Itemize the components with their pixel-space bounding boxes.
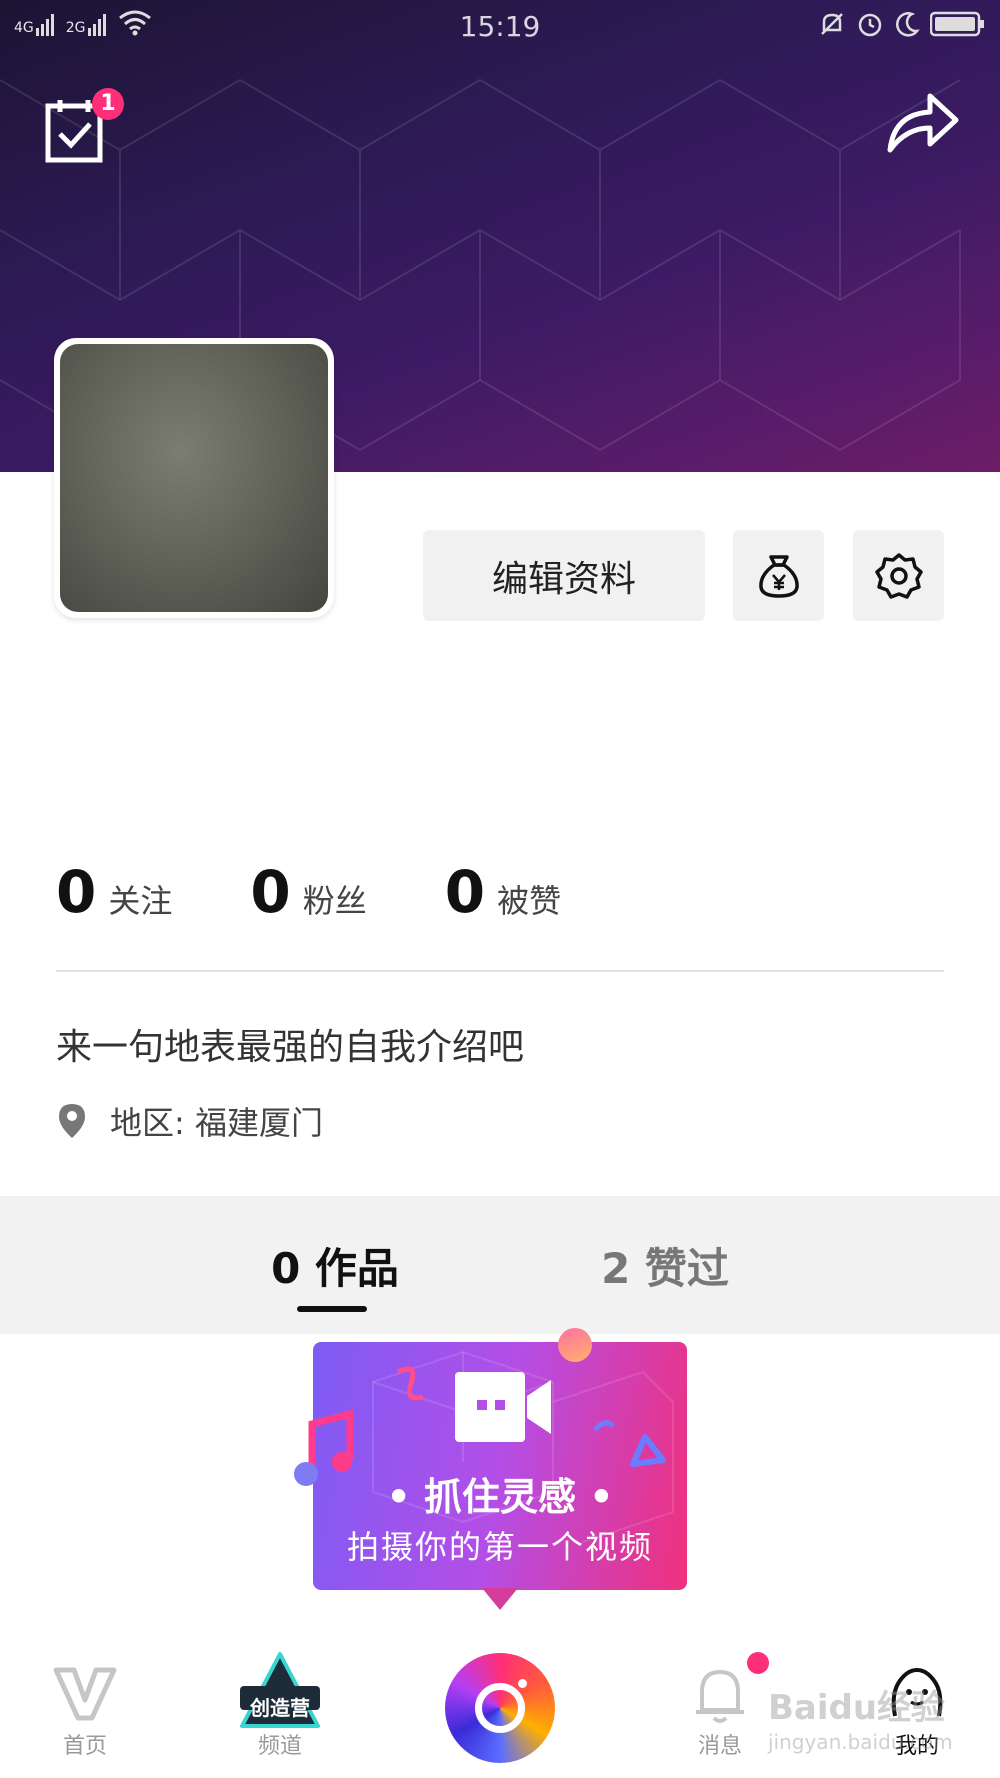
- nav-channel[interactable]: 创造营 频道: [215, 1640, 345, 1778]
- bio-text[interactable]: 来一句地表最强的自我介绍吧: [56, 1018, 524, 1070]
- battery-icon: [930, 11, 984, 37]
- location-pin-icon: [59, 1104, 85, 1138]
- watermark-url: jingyan.baidu.com: [768, 1730, 953, 1754]
- task-badge: 1: [92, 88, 124, 120]
- status-icons: [818, 10, 986, 38]
- nav-label: 消息: [697, 1734, 742, 1759]
- nav-label: 首页: [62, 1734, 107, 1759]
- decor-bubble: [558, 1328, 592, 1362]
- stat-followers[interactable]: 0 粉丝: [250, 858, 366, 926]
- v-logo-icon: [53, 1667, 117, 1721]
- tab-liked[interactable]: 2 赞过: [540, 1196, 790, 1334]
- channel-logo-text: 创造营: [250, 1696, 310, 1720]
- alarm-icon: [858, 13, 882, 37]
- settings-button[interactable]: [853, 530, 944, 621]
- nav-home[interactable]: 首页: [20, 1640, 150, 1778]
- profile-page: 4G 2G 15:19 1 编辑资料 0 关注 0 粉丝 0 被赞 来一句地表最…: [0, 0, 1000, 1778]
- stat-value: 0: [250, 858, 291, 926]
- location-text: 地区: 福建厦门: [110, 1104, 323, 1142]
- camera-lens-icon: [475, 1683, 525, 1733]
- promo-subtitle: 拍摄你的第一个视频: [346, 1528, 653, 1566]
- stat-following[interactable]: 0 关注: [56, 858, 172, 926]
- stat-likes-received[interactable]: 0 被赞: [445, 858, 561, 926]
- stat-value: 0: [444, 858, 486, 926]
- stat-label: 粉丝: [302, 882, 367, 920]
- location-row: 地区: 福建厦门: [56, 1098, 323, 1144]
- share-button[interactable]: [884, 92, 960, 156]
- stat-label: 被赞: [497, 882, 562, 920]
- profile-stats: 0 关注 0 粉丝 0 被赞: [56, 858, 639, 926]
- avatar-image: [60, 344, 328, 612]
- stat-label: 关注: [108, 882, 173, 920]
- messages-notification-dot: [747, 1652, 769, 1674]
- gear-icon: [874, 552, 923, 599]
- video-camera-icon: [455, 1372, 551, 1442]
- moon-icon: [896, 12, 920, 37]
- avatar[interactable]: [54, 338, 334, 618]
- nav-label: 频道: [257, 1734, 302, 1759]
- wallet-button[interactable]: [733, 530, 824, 621]
- money-bag-icon: [758, 554, 799, 598]
- bell-icon: [696, 1669, 744, 1723]
- record-video-button[interactable]: [445, 1653, 555, 1763]
- tab-works[interactable]: 0 作品: [210, 1196, 460, 1334]
- share-arrow-icon: [887, 93, 959, 153]
- watermark-text: Baidu经验: [768, 1688, 946, 1728]
- divider: [56, 970, 944, 972]
- stat-value: 0: [56, 858, 97, 926]
- status-bar: 4G 2G 15:19: [0, 0, 1000, 52]
- edit-profile-button[interactable]: 编辑资料: [423, 530, 705, 621]
- mute-bell-icon: [821, 13, 843, 35]
- active-tab-indicator: [297, 1306, 367, 1312]
- nav-messages[interactable]: 消息: [655, 1640, 785, 1778]
- promo-pointer: [482, 1588, 518, 1610]
- promo-title: • 抓住灵感 •: [386, 1475, 614, 1519]
- content-tabs: 0 作品 2 赞过: [0, 1196, 1000, 1334]
- camera-flash-dot: [518, 1679, 527, 1688]
